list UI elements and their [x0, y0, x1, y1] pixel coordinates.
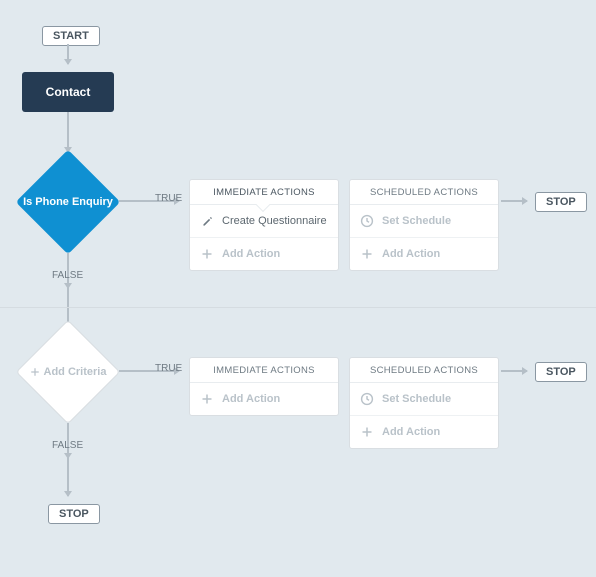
panel-header: SCHEDULED ACTIONS — [350, 180, 498, 205]
panel-header: SCHEDULED ACTIONS — [350, 358, 498, 383]
add-action-button[interactable]: Add Action — [350, 238, 498, 270]
add-action-label: Add Action — [382, 426, 440, 438]
arrow-icon — [501, 200, 527, 202]
criteria-text: Add Criteria — [44, 366, 107, 378]
plus-icon — [360, 247, 374, 261]
immediate-actions-panel: IMMEDIATE ACTIONS Add Action — [189, 357, 339, 416]
add-criteria-node[interactable]: Add Criteria — [16, 320, 121, 425]
clock-icon — [360, 214, 374, 228]
section-divider — [0, 307, 596, 308]
action-label: Create Questionnaire — [222, 215, 327, 227]
pencil-icon — [200, 214, 214, 228]
clock-icon — [360, 392, 374, 406]
scheduled-actions-panel: SCHEDULED ACTIONS Set Schedule Add Actio… — [349, 179, 499, 271]
add-action-label: Add Action — [222, 248, 280, 260]
false-label: FALSE — [52, 270, 83, 281]
panel-header: IMMEDIATE ACTIONS — [190, 358, 338, 383]
set-schedule-label: Set Schedule — [382, 393, 451, 405]
plus-icon — [200, 392, 214, 406]
true-label: TRUE — [155, 363, 182, 374]
add-action-label: Add Action — [222, 393, 280, 405]
arrow-icon — [67, 44, 69, 64]
panel-title: IMMEDIATE ACTIONS — [213, 187, 315, 198]
stop-node: STOP — [48, 504, 100, 524]
scheduled-actions-panel: SCHEDULED ACTIONS Set Schedule Add Actio… — [349, 357, 499, 449]
arrow-icon — [67, 458, 69, 496]
add-action-button[interactable]: Add Action — [190, 238, 338, 270]
add-criteria-label: Add Criteria — [16, 366, 120, 378]
immediate-actions-panel: IMMEDIATE ACTIONS Create Questionnaire A… — [189, 179, 339, 271]
contact-node[interactable]: Contact — [22, 72, 114, 112]
stop-node: STOP — [535, 362, 587, 382]
panel-header: IMMEDIATE ACTIONS — [190, 180, 338, 205]
contact-label: Contact — [46, 85, 91, 99]
true-label: TRUE — [155, 193, 182, 204]
start-node: START — [42, 26, 100, 46]
criteria-label: Is Phone Enquiry — [16, 196, 120, 208]
set-schedule-label: Set Schedule — [382, 215, 451, 227]
set-schedule-button[interactable]: Set Schedule — [350, 383, 498, 416]
add-action-button[interactable]: Add Action — [350, 416, 498, 448]
plus-icon — [200, 247, 214, 261]
plus-icon — [360, 425, 374, 439]
criteria-node-phone-enquiry[interactable]: Is Phone Enquiry — [16, 150, 121, 255]
arrow-icon — [67, 112, 69, 152]
false-label: FALSE — [52, 440, 83, 451]
plus-icon — [30, 367, 40, 377]
add-action-button[interactable]: Add Action — [190, 383, 338, 415]
add-action-label: Add Action — [382, 248, 440, 260]
arrow-icon — [501, 370, 527, 372]
set-schedule-button[interactable]: Set Schedule — [350, 205, 498, 238]
stop-node: STOP — [535, 192, 587, 212]
